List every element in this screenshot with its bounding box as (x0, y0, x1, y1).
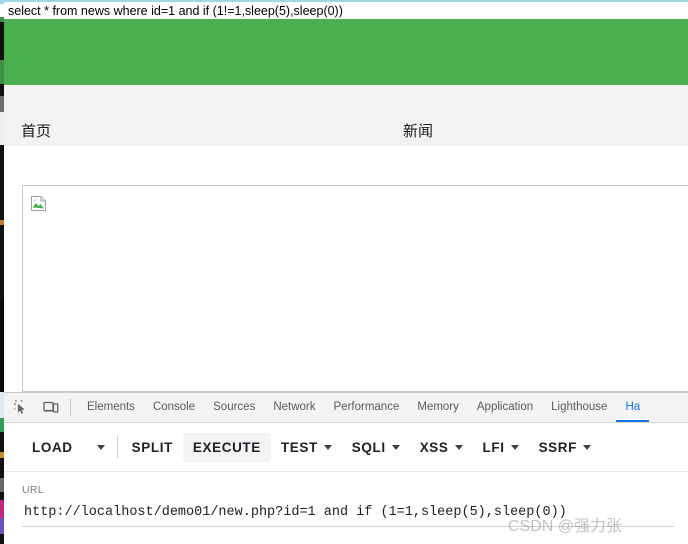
nav-link-home[interactable]: 首页 (21, 123, 51, 141)
hackbar-divider (116, 436, 118, 458)
sqli-button[interactable]: SQLI (342, 433, 410, 462)
inspect-element-icon[interactable] (8, 397, 34, 419)
lfi-button-label: LFI (482, 439, 505, 455)
test-button-label: TEST (280, 439, 318, 455)
sqli-button-label: SQLI (351, 439, 386, 455)
browser-viewport: 首页 新闻 (4, 19, 688, 392)
chevron-down-icon (510, 444, 519, 450)
chevron-down-icon (391, 444, 400, 450)
chevron-down-icon (454, 444, 463, 450)
tab-hackbar[interactable]: Ha (616, 393, 649, 422)
site-navbar: 首页 新闻 (4, 85, 688, 146)
hackbar-url-section: URL (4, 472, 688, 527)
tab-application[interactable]: Application (468, 393, 542, 422)
chevron-down-icon (582, 444, 591, 450)
url-field-label: URL (22, 484, 44, 496)
tab-network[interactable]: Network (264, 393, 324, 422)
ssrf-button[interactable]: SSRF (529, 433, 601, 462)
ssrf-button-label: SSRF (538, 439, 577, 455)
execute-button[interactable]: EXECUTE (182, 432, 271, 462)
article-content-card (22, 185, 688, 392)
sql-query-bar: select * from news where id=1 and if (1!… (4, 0, 688, 19)
sql-query-text: select * from news where id=1 and if (1!… (8, 4, 343, 18)
xss-button-label: XSS (419, 439, 449, 455)
toolbar-divider (70, 399, 71, 416)
xss-button[interactable]: XSS (410, 433, 473, 462)
chevron-down-icon (323, 444, 332, 450)
tab-sources[interactable]: Sources (204, 393, 264, 422)
split-button[interactable]: SPLIT (122, 433, 183, 462)
hackbar-toolbar: LOAD SPLIT EXECUTE TEST SQLI XSS LFI SSR… (4, 423, 688, 472)
screenshot-edge-artifact (0, 0, 4, 544)
tab-lighthouse[interactable]: Lighthouse (542, 393, 616, 422)
chevron-down-icon (96, 444, 105, 450)
test-button[interactable]: TEST (271, 433, 342, 462)
tab-performance[interactable]: Performance (325, 393, 409, 422)
devtools-panel: Elements Console Sources Network Perform… (4, 392, 688, 544)
devtools-tabbar: Elements Console Sources Network Perform… (4, 393, 688, 423)
site-green-banner (4, 19, 688, 85)
load-dropdown-button[interactable] (83, 438, 113, 457)
lfi-button[interactable]: LFI (473, 433, 529, 462)
tab-console[interactable]: Console (144, 393, 204, 422)
device-toolbar-icon[interactable] (38, 397, 64, 419)
url-input[interactable] (22, 502, 674, 527)
nav-link-news[interactable]: 新闻 (403, 123, 433, 141)
broken-image-icon (30, 195, 47, 212)
load-button[interactable]: LOAD (22, 433, 83, 462)
tab-memory[interactable]: Memory (408, 393, 468, 422)
tab-elements[interactable]: Elements (78, 393, 144, 422)
